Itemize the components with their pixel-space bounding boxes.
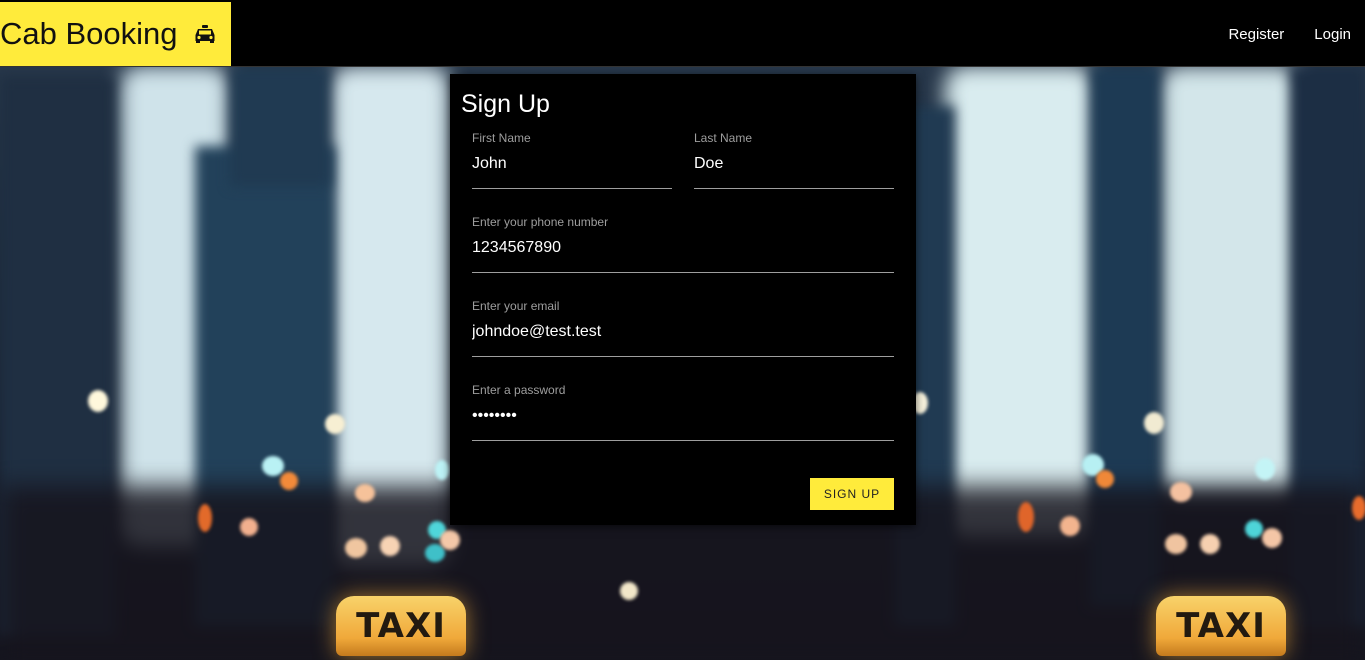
- nav-links: Register Login: [1228, 2, 1351, 66]
- email-input[interactable]: [472, 319, 894, 345]
- taxi-sign: TAXI: [336, 596, 466, 656]
- signup-card: Sign Up First Name Last Name Enter your …: [450, 74, 916, 525]
- phone-label: Enter your phone number: [472, 215, 609, 229]
- signup-button[interactable]: SIGN UP: [810, 478, 894, 510]
- last-name-label: Last Name: [694, 131, 753, 145]
- nav-login-link[interactable]: Login: [1314, 26, 1351, 43]
- first-name-field: First Name: [472, 131, 672, 189]
- password-input[interactable]: [472, 403, 894, 429]
- first-name-label: First Name: [472, 131, 531, 145]
- last-name-input[interactable]: [694, 151, 894, 177]
- password-field: Enter a password: [472, 383, 894, 441]
- first-name-input[interactable]: [472, 151, 672, 177]
- taxi-icon: [194, 25, 216, 43]
- page: TAXI TAXI Cab Booking Register Login Sig…: [0, 0, 1365, 660]
- taxi-sign: TAXI: [1156, 596, 1286, 656]
- email-field: Enter your email: [472, 299, 894, 357]
- brand-logo[interactable]: Cab Booking: [0, 2, 231, 66]
- password-label: Enter a password: [472, 383, 566, 397]
- phone-input[interactable]: [472, 235, 894, 261]
- phone-field: Enter your phone number: [472, 215, 894, 273]
- last-name-field: Last Name: [694, 131, 894, 189]
- email-label: Enter your email: [472, 299, 560, 313]
- nav-register-link[interactable]: Register: [1228, 26, 1284, 43]
- navbar: Cab Booking Register Login: [0, 2, 1365, 67]
- signup-title: Sign Up: [461, 90, 550, 118]
- brand-title: Cab Booking: [0, 16, 178, 51]
